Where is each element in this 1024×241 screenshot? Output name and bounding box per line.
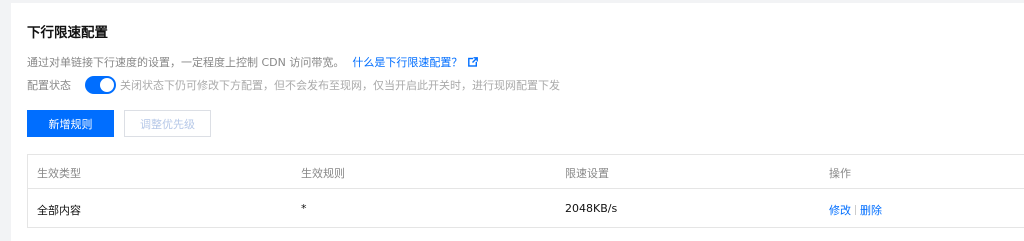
panel-title: 下行限速配置 [27,25,108,41]
adjust-priority-button: 调整优先级 [124,110,211,137]
table-header: 生效类型 生效规则 限速设置 操作 [28,155,1024,189]
external-link-icon[interactable] [468,57,479,67]
panel-description-row: 通过对单链接下行速度的设置，一定程度上控制 CDN 访问带宽。 什么是下行限速配… [27,54,479,70]
config-status-hint: 关闭状态下仍可修改下方配置，但不会发布至现网，仅当开启此开关时，进行现网配置下发 [120,79,560,92]
add-rule-button[interactable]: 新增规则 [27,110,114,137]
cell-actions: 修改 删除 [829,202,882,218]
edit-link[interactable]: 修改 [829,204,851,217]
config-status-label: 配置状态 [27,79,71,92]
column-header-actions: 操作 [829,167,851,180]
rate-limit-panel: 下行限速配置 通过对单链接下行速度的设置，一定程度上控制 CDN 访问带宽。 什… [11,3,1024,241]
rules-table: 生效类型 生效规则 限速设置 操作 全部内容 * 2048KB/s 修改 删除 [27,154,1024,228]
help-link[interactable]: 什么是下行限速配置？ [352,54,462,70]
config-status-row: 配置状态 关闭状态下仍可修改下方配置，但不会发布至现网，仅当开启此开关时，进行现… [27,74,560,96]
table-row: 全部内容 * 2048KB/s 修改 删除 [28,189,1024,227]
toggle-knob [100,78,114,92]
config-status-toggle[interactable] [85,76,116,94]
action-divider [855,205,856,215]
cell-rule: * [301,202,307,215]
column-header-rule: 生效规则 [301,167,345,180]
column-header-type: 生效类型 [37,167,81,180]
cell-type: 全部内容 [37,204,81,217]
column-header-speed: 限速设置 [565,167,609,180]
delete-link[interactable]: 删除 [860,204,882,217]
panel-description: 通过对单链接下行速度的设置，一定程度上控制 CDN 访问带宽。 [27,56,345,69]
cell-speed: 2048KB/s [565,202,618,215]
